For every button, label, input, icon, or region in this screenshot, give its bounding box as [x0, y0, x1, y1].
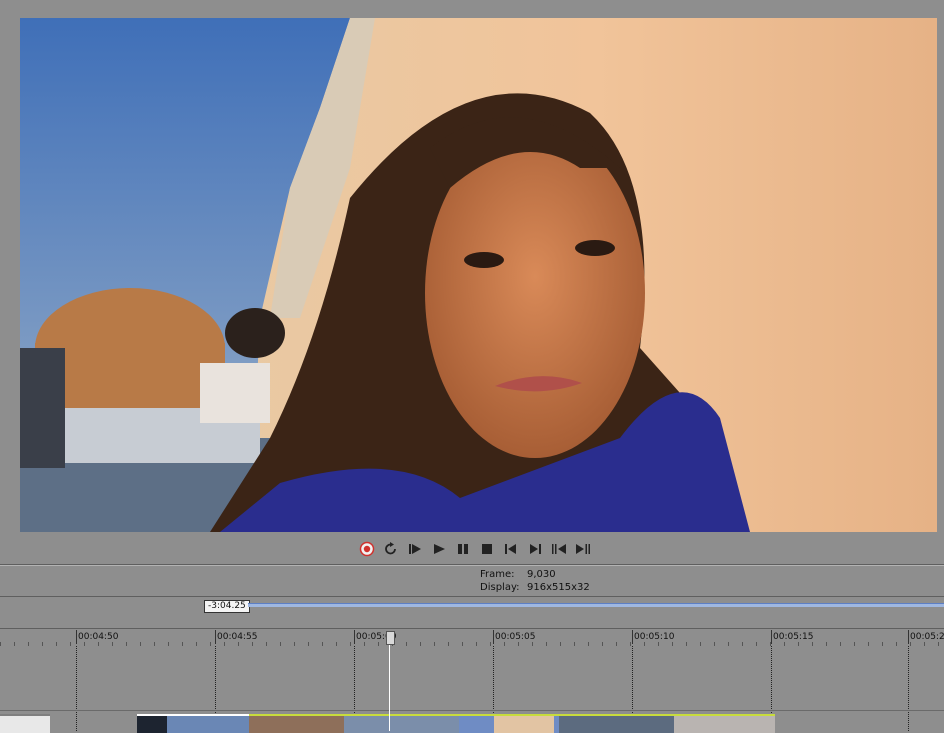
ruler-label: 00:04:55 — [217, 632, 258, 642]
divider — [0, 628, 944, 629]
previous-frame-button[interactable] — [550, 540, 568, 558]
ruler-label: 00:05:20 — [910, 632, 944, 642]
play-icon — [434, 544, 445, 554]
previous-frame-icon — [552, 544, 566, 554]
track-separator — [0, 710, 944, 711]
stop-icon — [482, 544, 492, 554]
ruler-label: 00:05:15 — [773, 632, 814, 642]
clip-thumbnail — [249, 716, 775, 733]
preview-frame-image — [20, 18, 937, 532]
play-button[interactable] — [430, 540, 448, 558]
ruler-label: 00:05:10 — [634, 632, 675, 642]
stop-button[interactable] — [478, 540, 496, 558]
clip-thumbnail — [137, 716, 249, 733]
play-from-start-icon — [409, 544, 421, 554]
timeline-grid-line — [76, 646, 77, 731]
ruler-label: 00:05:05 — [495, 632, 536, 642]
ruler-minor-ticks — [0, 642, 944, 646]
go-to-start-button[interactable] — [502, 540, 520, 558]
playhead-handle[interactable] — [386, 631, 395, 645]
next-frame-button[interactable] — [574, 540, 592, 558]
ruler-label: 00:04:50 — [78, 632, 119, 642]
timeline-grid-line — [908, 646, 909, 731]
loop-button[interactable] — [382, 540, 400, 558]
transport-controls — [358, 540, 592, 558]
display-value: 916x515x32 — [527, 582, 590, 593]
go-to-start-icon — [505, 544, 516, 554]
loop-region-bar[interactable] — [248, 603, 944, 607]
record-button[interactable] — [358, 540, 376, 558]
frame-label: Frame: — [480, 569, 515, 580]
playhead-line[interactable] — [389, 632, 390, 731]
go-to-end-button[interactable] — [526, 540, 544, 558]
display-label: Display: — [480, 582, 520, 593]
video-clip-selected[interactable] — [249, 714, 775, 733]
pause-icon — [458, 544, 468, 554]
go-to-end-icon — [530, 544, 541, 554]
record-icon — [359, 541, 375, 557]
divider — [0, 596, 944, 597]
video-clip[interactable] — [0, 714, 50, 733]
video-clip[interactable] — [137, 714, 249, 733]
divider — [0, 565, 944, 566]
preview-info: Frame: 9,030 Display: 916x515x32 — [480, 568, 590, 594]
timecode-display[interactable]: -3:04.25 — [204, 600, 250, 613]
loop-icon — [385, 542, 396, 555]
play-from-start-button[interactable] — [406, 540, 424, 558]
pause-button[interactable] — [454, 540, 472, 558]
next-frame-icon — [576, 544, 590, 554]
frame-value: 9,030 — [527, 569, 556, 580]
video-preview — [20, 18, 937, 532]
